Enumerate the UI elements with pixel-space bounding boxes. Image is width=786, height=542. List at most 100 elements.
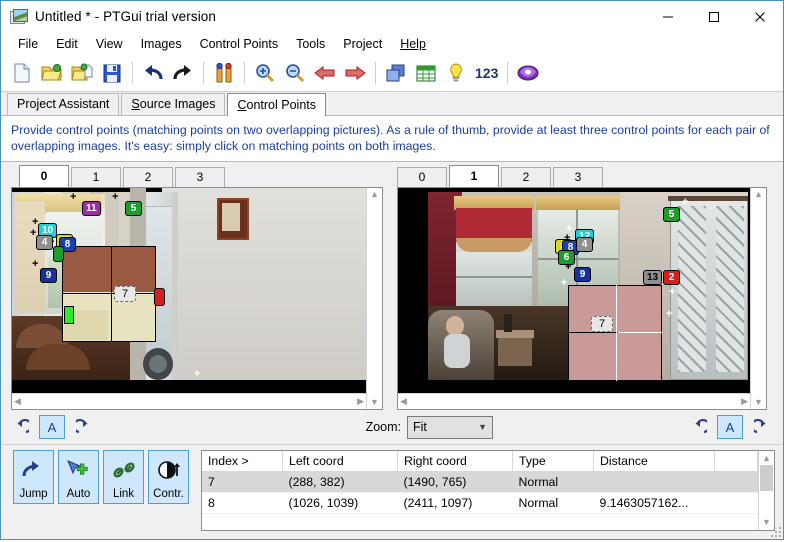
control-point-marker-13[interactable]: 13 — [643, 270, 663, 285]
control-point-marker-4[interactable]: 4 — [36, 235, 53, 250]
right-image-viewport[interactable]: + + + + + + + 5 12 3 8 4 — [397, 187, 767, 410]
menu-view[interactable]: View — [87, 35, 132, 53]
control-point-table[interactable]: Index > Left coord Right coord Type Dist… — [201, 450, 775, 531]
scroll-down-icon[interactable]: ▼ — [762, 518, 771, 527]
crosshair-marker: + — [561, 277, 568, 289]
column-index[interactable]: Index > — [202, 451, 283, 472]
left-image-tab-2[interactable]: 2 — [123, 167, 173, 187]
control-point-marker-2[interactable] — [154, 288, 165, 306]
table-scrollbar[interactable]: ▲ ▼ — [758, 451, 774, 530]
control-point-marker-6[interactable] — [53, 246, 64, 262]
menu-project[interactable]: Project — [334, 35, 391, 53]
right-rotate-cw-icon[interactable] — [749, 415, 775, 439]
selected-control-point-left[interactable]: 7 — [114, 286, 137, 302]
scrollbar-thumb[interactable] — [760, 465, 773, 491]
left-image-tabs: 0 1 2 3 — [1, 165, 391, 187]
next-icon[interactable] — [340, 58, 370, 88]
menu-help[interactable]: Help — [391, 35, 435, 53]
left-auto-rotate-button[interactable]: A — [39, 415, 65, 439]
control-point-marker-6[interactable]: 6 — [558, 250, 575, 265]
right-horizontal-scrollbar[interactable]: ◀ ▶ — [398, 393, 750, 409]
crosshair-marker: + — [112, 191, 119, 203]
tab-control-points[interactable]: Control Points — [227, 93, 326, 116]
scroll-up-icon[interactable]: ▲ — [762, 454, 771, 463]
right-image-tab-3[interactable]: 3 — [553, 167, 603, 187]
left-image-viewport[interactable]: + + + + + + + + 11 5 10 3 — [11, 187, 383, 410]
zoom-select[interactable]: Fit ▼ — [407, 415, 493, 439]
left-horizontal-scrollbar[interactable]: ◀ ▶ — [12, 393, 366, 409]
column-type[interactable]: Type — [512, 451, 594, 472]
save-project-icon[interactable] — [97, 58, 127, 88]
menu-tools[interactable]: Tools — [287, 35, 334, 53]
main-tab-strip: Project Assistant Source Images Control … — [1, 92, 783, 116]
right-image-pane: 0 1 2 3 + + + + + + + 5 8 4 6 9 13 2 7 ◀… — [391, 165, 777, 410]
scroll-left-icon[interactable]: ◀ — [14, 397, 21, 406]
control-point-marker-11[interactable]: 11 — [82, 201, 101, 216]
menu-edit[interactable]: Edit — [47, 35, 87, 53]
open-template-icon[interactable] — [67, 58, 97, 88]
contrast-button[interactable]: Contr. — [148, 450, 189, 504]
jump-button[interactable]: Jump — [13, 450, 54, 504]
link-button[interactable]: Link — [103, 450, 144, 504]
right-rotate-ccw-icon[interactable] — [685, 415, 711, 439]
scroll-right-icon[interactable]: ▶ — [357, 397, 364, 406]
left-image-tab-0[interactable]: 0 — [19, 165, 69, 187]
layers-icon[interactable] — [381, 58, 411, 88]
previous-icon[interactable] — [310, 58, 340, 88]
left-rotate-cw-icon[interactable] — [71, 415, 97, 439]
column-left-coord[interactable]: Left coord — [282, 451, 398, 472]
open-project-icon[interactable] — [37, 58, 67, 88]
undo-icon[interactable] — [138, 58, 168, 88]
zoom-out-icon[interactable] — [280, 58, 310, 88]
control-point-marker-9[interactable]: 9 — [40, 268, 57, 283]
menu-control-points[interactable]: Control Points — [191, 35, 288, 53]
scroll-down-icon[interactable]: ▼ — [754, 398, 763, 407]
table-row[interactable]: 7 (288, 382) (1490, 765) Normal — [202, 471, 758, 493]
resize-grip[interactable] — [771, 527, 781, 537]
scroll-up-icon[interactable]: ▲ — [370, 190, 379, 199]
left-image-tab-1[interactable]: 1 — [71, 167, 121, 187]
menu-file[interactable]: File — [9, 35, 47, 53]
right-photo: + + + + + + + 5 12 3 8 4 — [398, 188, 750, 393]
auto-button[interactable]: Auto — [58, 450, 99, 504]
control-point-marker-5[interactable]: 5 — [663, 207, 680, 222]
new-project-icon[interactable] — [7, 58, 37, 88]
help-book-icon[interactable] — [513, 58, 543, 88]
left-vertical-scrollbar[interactable]: ▲ ▼ — [366, 188, 382, 409]
right-image-tab-1[interactable]: 1 — [449, 165, 499, 187]
column-right-coord[interactable]: Right coord — [397, 451, 513, 472]
numbers-icon[interactable]: 123 — [471, 65, 502, 81]
optimizer-icon[interactable] — [209, 58, 239, 88]
right-image-tab-0[interactable]: 0 — [397, 167, 447, 187]
right-auto-rotate-button[interactable]: A — [717, 415, 743, 439]
left-rotate-ccw-icon[interactable] — [7, 415, 33, 439]
control-point-marker-4[interactable]: 4 — [576, 237, 593, 252]
zoom-in-icon[interactable] — [250, 58, 280, 88]
close-button[interactable] — [737, 1, 783, 32]
control-point-marker-9[interactable]: 9 — [574, 267, 591, 282]
column-blank[interactable] — [714, 451, 758, 472]
right-vertical-scrollbar[interactable]: ▲ ▼ — [750, 188, 766, 409]
grid-table-icon[interactable] — [411, 58, 441, 88]
right-image-tab-2[interactable]: 2 — [501, 167, 551, 187]
minimize-button[interactable] — [645, 1, 691, 32]
redo-icon[interactable] — [168, 58, 198, 88]
menu-images[interactable]: Images — [132, 35, 191, 53]
scroll-left-icon[interactable]: ◀ — [400, 397, 407, 406]
right-image-canvas[interactable]: + + + + + + + 5 12 3 8 4 — [398, 188, 750, 393]
lightbulb-icon[interactable] — [441, 58, 471, 88]
control-point-marker-5[interactable]: 5 — [125, 201, 142, 216]
left-image-tab-3[interactable]: 3 — [175, 167, 225, 187]
scroll-right-icon[interactable]: ▶ — [741, 397, 748, 406]
tab-project-assistant[interactable]: Project Assistant — [7, 93, 120, 115]
table-row[interactable]: 8 (1026, 1039) (2411, 1097) Normal 9.146… — [202, 492, 758, 514]
scroll-up-icon[interactable]: ▲ — [754, 190, 763, 199]
scroll-down-icon[interactable]: ▼ — [370, 398, 379, 407]
title-bar: Untitled * - PTGui trial version — [1, 1, 783, 32]
control-point-marker-2[interactable]: 2 — [663, 270, 680, 285]
left-image-canvas[interactable]: + + + + + + + + 11 5 10 3 — [12, 188, 366, 393]
tab-source-images[interactable]: Source Images — [121, 93, 226, 115]
selected-control-point-right[interactable]: 7 — [591, 316, 614, 332]
maximize-button[interactable] — [691, 1, 737, 32]
column-distance[interactable]: Distance — [593, 451, 715, 472]
